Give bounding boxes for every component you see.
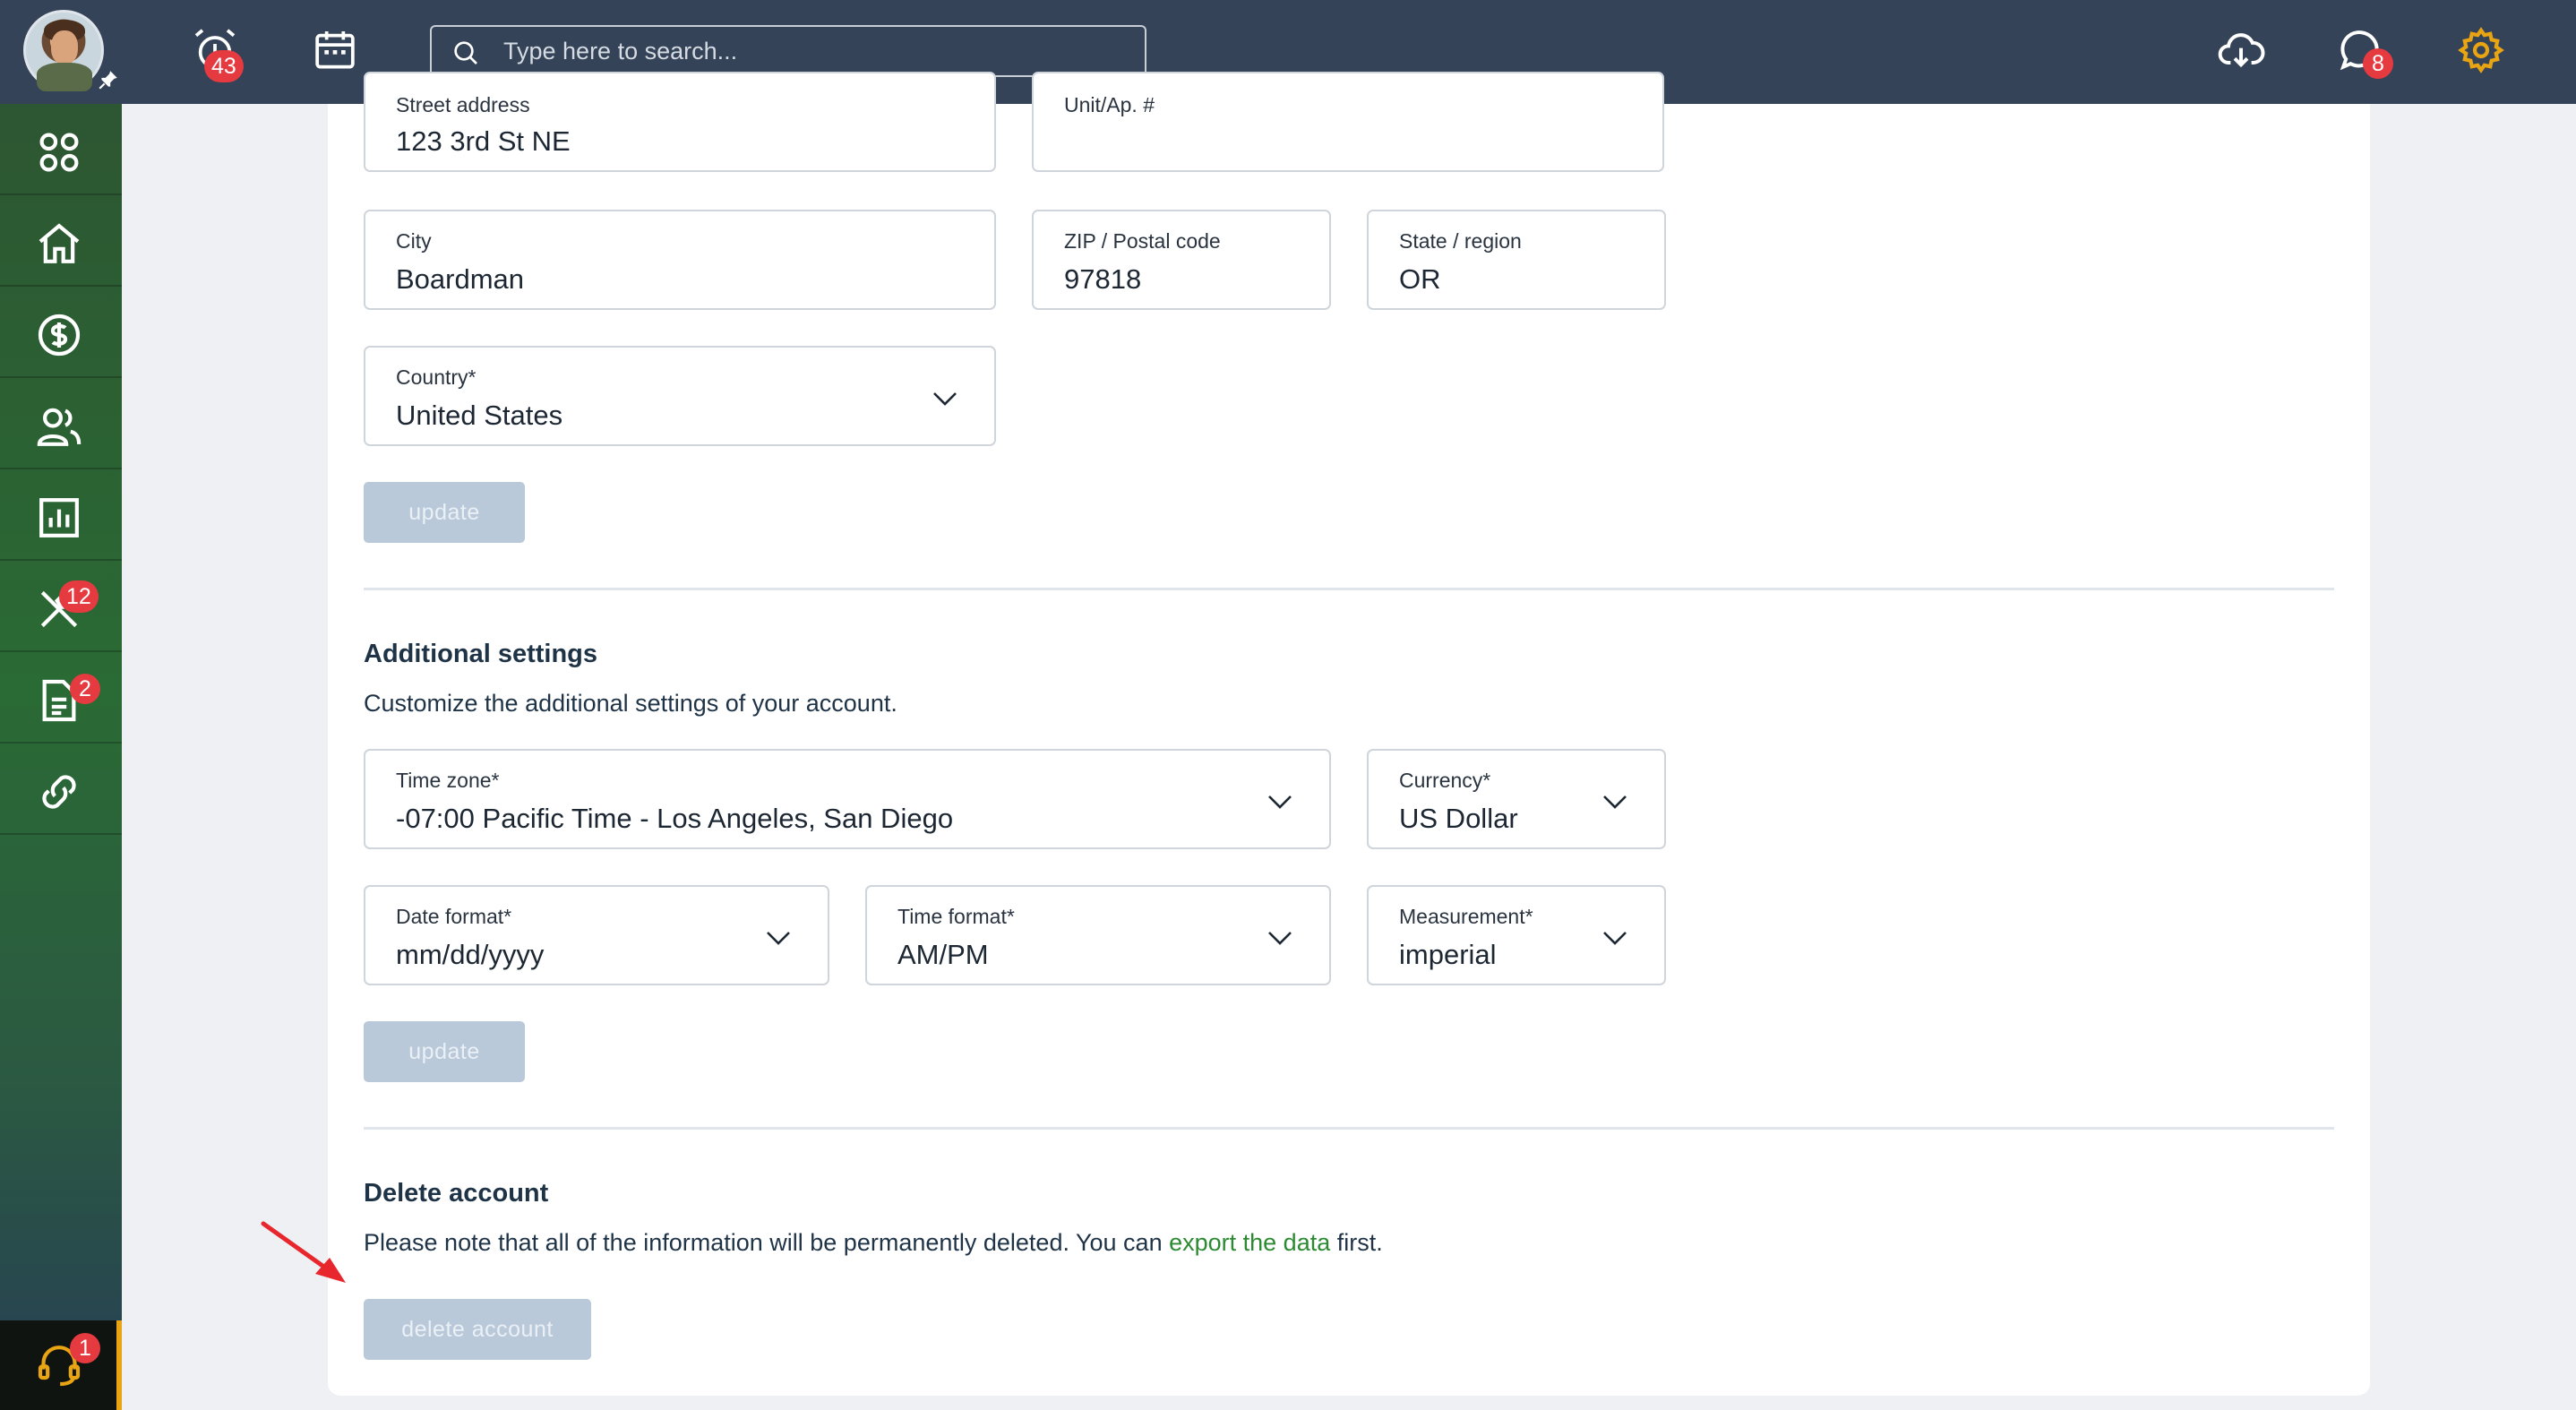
state-label: State / region bbox=[1399, 229, 1522, 253]
documents-badge: 2 bbox=[70, 674, 100, 704]
sidebar-item-reports[interactable] bbox=[0, 469, 122, 561]
zip-value: 97818 bbox=[1064, 263, 1142, 295]
date-format-select[interactable]: Date format* mm/dd/yyyy bbox=[364, 885, 829, 985]
country-label: Country* bbox=[396, 365, 477, 389]
state-value: OR bbox=[1399, 263, 1441, 295]
dollar-icon bbox=[38, 314, 81, 357]
chevron-down-icon bbox=[1603, 932, 1627, 945]
state-field[interactable]: State / region OR bbox=[1367, 210, 1666, 310]
city-label: City bbox=[396, 229, 432, 253]
street-address-value: 123 3rd St NE bbox=[396, 125, 571, 157]
tools-badge: 12 bbox=[59, 580, 99, 613]
country-value: United States bbox=[396, 400, 563, 431]
measurement-label: Measurement* bbox=[1399, 905, 1533, 928]
support-badge: 1 bbox=[70, 1333, 100, 1363]
section-divider bbox=[364, 1127, 2334, 1130]
country-select[interactable]: Country* United States bbox=[364, 346, 996, 446]
measurement-select[interactable]: Measurement* imperial bbox=[1367, 885, 1666, 985]
chevron-down-icon bbox=[1603, 795, 1627, 809]
sidebar-item-tools[interactable]: 12 bbox=[0, 561, 122, 652]
timezone-value: -07:00 Pacific Time - Los Angeles, San D… bbox=[396, 803, 954, 834]
measurement-value: imperial bbox=[1399, 939, 1497, 970]
home-icon bbox=[39, 223, 80, 263]
annotation-arrow-icon bbox=[261, 1221, 346, 1283]
time-format-select[interactable]: Time format* AM/PM bbox=[865, 885, 1331, 985]
zip-label: ZIP / Postal code bbox=[1064, 229, 1221, 253]
additional-update-button[interactable]: update bbox=[364, 1021, 525, 1082]
export-data-link[interactable]: export the data bbox=[1169, 1229, 1330, 1256]
sidebar-item-documents[interactable]: 2 bbox=[0, 652, 122, 744]
chevron-down-icon bbox=[933, 392, 957, 406]
date-format-label: Date format* bbox=[396, 905, 512, 928]
sidebar-item-apps[interactable] bbox=[0, 104, 122, 195]
currency-label: Currency* bbox=[1399, 769, 1491, 792]
delete-note-suffix: first. bbox=[1330, 1229, 1383, 1256]
date-format-value: mm/dd/yyyy bbox=[396, 939, 545, 970]
chevron-down-icon bbox=[1268, 932, 1292, 945]
chevron-down-icon bbox=[767, 932, 790, 945]
sidebar-item-home[interactable] bbox=[0, 195, 122, 287]
additional-settings-title: Additional settings bbox=[364, 640, 597, 668]
timezone-label: Time zone* bbox=[396, 769, 500, 792]
sidebar-item-finance[interactable] bbox=[0, 287, 122, 378]
delete-account-button[interactable]: delete account bbox=[364, 1299, 591, 1360]
sidebar: 12 2 bbox=[0, 104, 122, 1410]
currency-select[interactable]: Currency* US Dollar bbox=[1367, 749, 1666, 849]
bar-chart-icon bbox=[39, 498, 79, 537]
apps-grid-icon bbox=[39, 133, 79, 172]
address-update-button[interactable]: update bbox=[364, 482, 525, 543]
support-button[interactable]: 1 bbox=[0, 1320, 122, 1410]
delete-account-title: Delete account bbox=[364, 1179, 549, 1208]
city-field[interactable]: City Boardman bbox=[364, 210, 996, 310]
currency-value: US Dollar bbox=[1399, 803, 1518, 834]
timezone-select[interactable]: Time zone* -07:00 Pacific Time - Los Ang… bbox=[364, 749, 1331, 849]
sidebar-item-links[interactable] bbox=[0, 744, 122, 835]
zip-field[interactable]: ZIP / Postal code 97818 bbox=[1032, 210, 1331, 310]
city-value: Boardman bbox=[396, 263, 525, 295]
time-format-value: AM/PM bbox=[897, 939, 989, 970]
delete-note-text: Please note that all of the information … bbox=[364, 1229, 1170, 1256]
delete-account-description: Please note that all of the information … bbox=[364, 1229, 1383, 1257]
time-format-label: Time format* bbox=[897, 905, 1015, 928]
additional-settings-description: Customize the additional settings of you… bbox=[364, 690, 897, 717]
section-divider bbox=[364, 588, 2334, 590]
users-icon bbox=[37, 408, 82, 446]
link-icon bbox=[42, 775, 76, 809]
sidebar-item-contacts[interactable] bbox=[0, 378, 122, 469]
chevron-down-icon bbox=[1268, 795, 1292, 809]
